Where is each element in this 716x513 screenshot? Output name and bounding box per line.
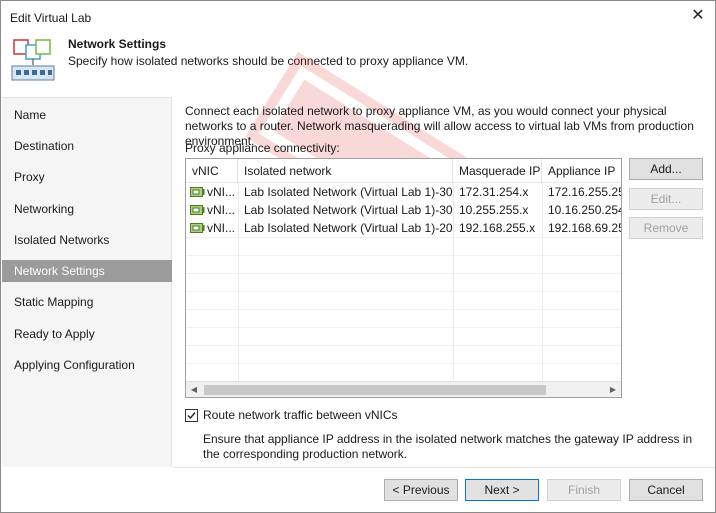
isolated-network-cell: Lab Isolated Network (Virtual Lab 1)-302 [244, 203, 453, 217]
vnic-cell: vNI... [186, 201, 238, 219]
column-header-vnic[interactable]: vNIC [186, 159, 238, 183]
footer-divider [173, 467, 715, 468]
title-bar: Edit Virtual Lab ✕ [1, 1, 715, 31]
previous-button[interactable]: < Previous [384, 479, 458, 501]
row-divider [186, 237, 621, 238]
isolated-network-cell: Lab Isolated Network (Virtual Lab 1)-303 [244, 185, 453, 199]
nav-item-proxy[interactable]: Proxy [2, 166, 172, 188]
row-divider [186, 273, 621, 274]
gateway-note: Ensure that appliance IP address in the … [203, 432, 693, 461]
wizard-steps-sidebar: Name Destination Proxy Networking Isolat… [2, 97, 172, 467]
window-title: Edit Virtual Lab [10, 11, 92, 25]
network-adapter-icon [190, 223, 205, 233]
row-divider [186, 255, 621, 256]
appliance-ip-cell: 192.168.69.255 [548, 221, 621, 235]
masquerade-ip-cell: 172.31.254.x [459, 185, 529, 199]
row-divider [186, 291, 621, 292]
vnic-cell: vNI... [186, 219, 238, 237]
row-divider [186, 345, 621, 346]
nav-item-ready-to-apply[interactable]: Ready to Apply [2, 323, 172, 345]
vnic-cell: vNI... [186, 183, 238, 201]
nav-item-static-mapping[interactable]: Static Mapping [2, 291, 172, 313]
scrollbar-thumb[interactable] [204, 385, 546, 395]
row-divider [186, 363, 621, 364]
row-divider [186, 327, 621, 328]
nav-item-network-settings[interactable]: Network Settings [2, 260, 172, 282]
edit-button[interactable]: Edit... [629, 188, 703, 210]
page-title: Network Settings [68, 37, 167, 51]
column-header-appliance-ip[interactable]: Appliance IP [542, 159, 621, 183]
nav-item-networking[interactable]: Networking [2, 198, 172, 220]
network-adapter-icon [190, 205, 205, 215]
masquerade-ip-cell: 192.168.255.x [459, 221, 536, 235]
route-traffic-checkbox[interactable] [185, 409, 198, 422]
row-divider [186, 309, 621, 310]
appliance-ip-cell: 10.16.250.254 [548, 203, 622, 217]
table-row[interactable]: vNI... Lab Isolated Network (Virtual Lab… [186, 183, 621, 201]
nav-item-destination[interactable]: Destination [2, 135, 172, 157]
scroll-right-icon[interactable]: ▶ [605, 382, 621, 397]
column-header-isolated-network[interactable]: Isolated network [238, 159, 453, 183]
table-row[interactable]: vNI... Lab Isolated Network (Virtual Lab… [186, 219, 621, 237]
nav-item-isolated-networks[interactable]: Isolated Networks [2, 229, 172, 251]
column-header-masquerade-ip[interactable]: Masquerade IP [453, 159, 542, 183]
edit-virtual-lab-window: Edit Virtual Lab ✕ Network Settings Spec… [0, 0, 716, 513]
horizontal-scrollbar[interactable]: ◀ ▶ [186, 381, 621, 397]
isolated-network-cell: Lab Isolated Network (Virtual Lab 1)-200 [244, 221, 453, 235]
scroll-left-icon[interactable]: ◀ [186, 382, 202, 397]
network-adapter-icon [190, 187, 205, 197]
page-subtitle: Specify how isolated networks should be … [68, 54, 469, 68]
table-header: vNIC Isolated network Masquerade IP Appl… [186, 159, 621, 183]
finish-button[interactable]: Finish [547, 479, 621, 501]
masquerade-ip-cell: 10.255.255.x [459, 203, 529, 217]
route-traffic-label: Route network traffic between vNICs [203, 408, 398, 422]
table-row[interactable]: vNI... Lab Isolated Network (Virtual Lab… [186, 201, 622, 219]
virtual-lab-icon [11, 39, 55, 81]
remove-button[interactable]: Remove [629, 217, 703, 239]
connectivity-table: vNIC Isolated network Masquerade IP Appl… [185, 158, 622, 398]
page-header: Network Settings Specify how isolated ne… [1, 31, 715, 93]
next-button[interactable]: Next > [465, 479, 539, 501]
add-button[interactable]: Add... [629, 158, 703, 180]
nav-item-applying-configuration[interactable]: Applying Configuration [2, 354, 172, 376]
nav-item-name[interactable]: Name [2, 104, 172, 126]
appliance-ip-cell: 172.16.255.254 [548, 185, 621, 199]
checkmark-icon [187, 412, 196, 420]
cancel-button[interactable]: Cancel [629, 479, 703, 501]
connectivity-label: Proxy appliance connectivity: [185, 141, 340, 155]
close-icon[interactable]: ✕ [687, 6, 709, 26]
